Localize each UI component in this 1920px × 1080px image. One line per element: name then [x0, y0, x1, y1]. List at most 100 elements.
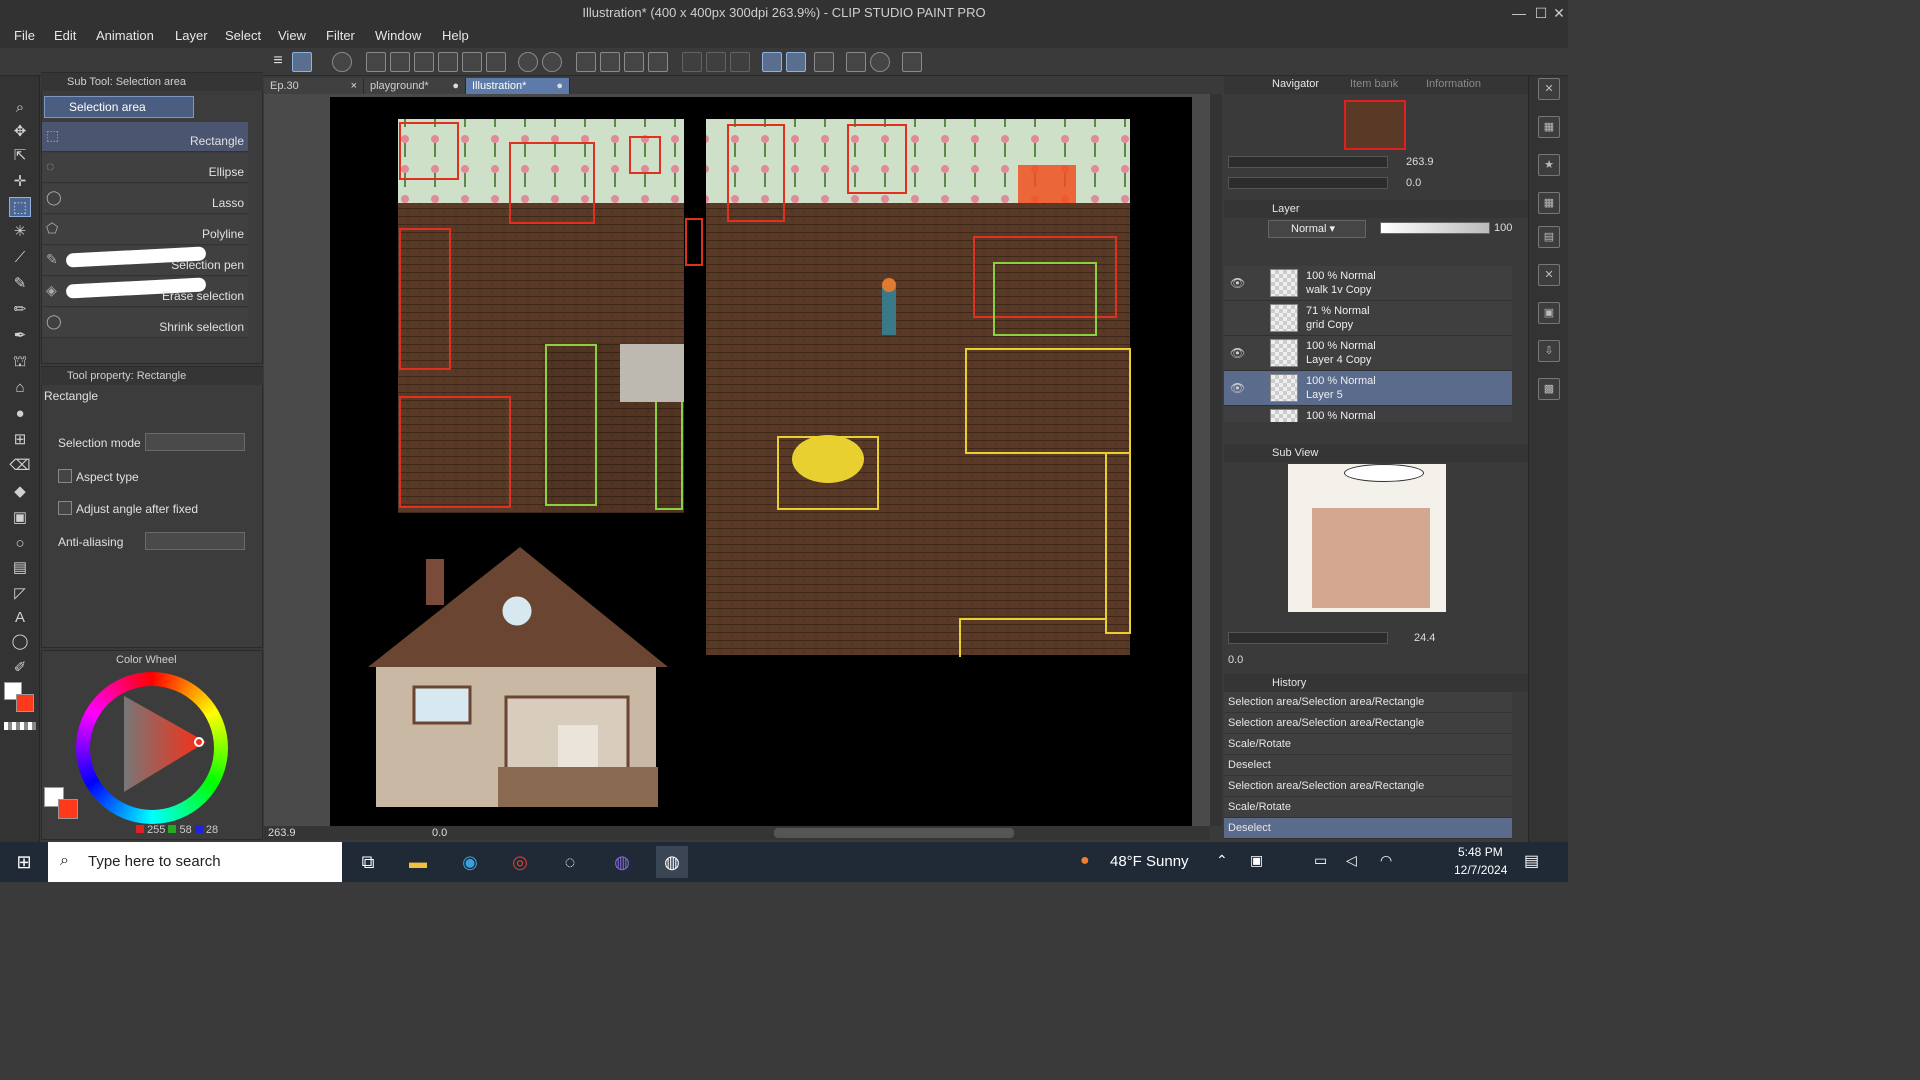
deselect-icon[interactable]	[682, 52, 702, 72]
tray-icon[interactable]: ▣	[1250, 852, 1263, 869]
clock-date[interactable]: 12/7/2024	[1454, 863, 1507, 877]
liquify-tool-icon[interactable]: ⊞	[9, 430, 31, 450]
stabilization-icon[interactable]	[292, 52, 312, 72]
pen-tool-icon[interactable]: ✎	[9, 274, 31, 294]
subtool-item-polyline[interactable]: ⬠ Polyline	[42, 215, 248, 245]
panel-icon-material[interactable]: ▦	[1538, 116, 1560, 138]
gradient-tool-icon[interactable]: ▣	[9, 508, 31, 528]
new-file-icon[interactable]	[366, 52, 386, 72]
canvas-vertical-scrollbar[interactable]	[1210, 94, 1222, 826]
chrome-icon[interactable]: ◎	[504, 846, 536, 878]
export-psd-icon[interactable]	[486, 52, 506, 72]
anti-aliasing-buttons[interactable]	[145, 532, 245, 550]
redo-icon[interactable]	[542, 52, 562, 72]
subview-image[interactable]	[1288, 464, 1446, 612]
menu-help[interactable]: Help	[442, 28, 469, 43]
tab-playground[interactable]: playground* ●	[364, 78, 466, 95]
menu-edit[interactable]: Edit	[54, 28, 76, 43]
menu-layer[interactable]: Layer	[175, 28, 208, 43]
eyedropper-tool-icon[interactable]: ⟋	[9, 248, 31, 268]
battery-icon[interactable]: ▭	[1314, 852, 1327, 869]
selection-mode-buttons[interactable]	[145, 433, 245, 451]
brush-tool-icon[interactable]: ✒	[9, 326, 31, 346]
saturation-triangle[interactable]	[118, 692, 208, 796]
menu-file[interactable]: File	[14, 28, 35, 43]
tab-illustration[interactable]: Illustration* ●	[466, 78, 570, 95]
airbrush-tool-icon[interactable]: ⛫	[9, 352, 31, 372]
invert-selection-icon[interactable]	[706, 52, 726, 72]
layer-row-selected[interactable]: 👁 100 % Normal Layer 5	[1224, 371, 1512, 406]
history-item[interactable]: Selection area/Selection area/Rectangle	[1224, 713, 1512, 734]
file-explorer-icon[interactable]: ▬	[402, 846, 434, 878]
snap-special-ruler-icon[interactable]	[786, 52, 806, 72]
layer-row[interactable]: 👁 100 % Normal Layer 4 Copy	[1224, 336, 1512, 371]
text-tool-icon[interactable]: A	[9, 608, 31, 628]
subtool-item-shrink-selection[interactable]: ◯ Shrink selection	[42, 308, 248, 338]
move-layer-tool-icon[interactable]: ✛	[9, 172, 31, 192]
history-item[interactable]: Deselect	[1224, 755, 1512, 776]
navigator-preview[interactable]	[1344, 100, 1406, 150]
snap-grid-icon[interactable]	[814, 52, 834, 72]
clip-studio-paint-icon[interactable]: ◍	[656, 846, 688, 878]
layer-opacity-slider[interactable]	[1380, 222, 1490, 234]
navigator-zoom-slider[interactable]	[1228, 156, 1388, 168]
volume-icon[interactable]: ◁	[1346, 852, 1357, 869]
selection-tool-icon[interactable]: ⬚	[9, 197, 31, 217]
figure-tool-icon[interactable]: ○	[9, 534, 31, 554]
frame-tool-icon[interactable]: ▤	[9, 558, 31, 578]
tab-ep30[interactable]: Ep.30 ×	[264, 78, 364, 95]
open-file-icon[interactable]	[390, 52, 410, 72]
eraser-tool-icon[interactable]: ⌫	[9, 456, 31, 476]
history-item[interactable]: Selection area/Selection area/Rectangle	[1224, 692, 1512, 713]
subtool-group-selection-area[interactable]: Selection area	[44, 96, 194, 118]
subtool-item-selection-pen[interactable]: ✎ Selection pen	[42, 246, 248, 276]
decoration-tool-icon[interactable]: ⌂	[9, 378, 31, 398]
history-item[interactable]: Scale/Rotate	[1224, 797, 1512, 818]
subview-zoom-slider[interactable]	[1228, 632, 1388, 644]
undo-icon[interactable]	[518, 52, 538, 72]
menu-filter[interactable]: Filter	[326, 28, 355, 43]
canvas-angle-value[interactable]: 0.0	[432, 827, 447, 839]
blend-mode-select[interactable]: Normal ▾	[1268, 220, 1366, 238]
operation-tool-icon[interactable]: ⇱	[9, 146, 31, 166]
menu-window[interactable]: Window	[375, 28, 421, 43]
clear-icon[interactable]	[576, 52, 596, 72]
tab-item-bank[interactable]: Item bank	[1350, 78, 1398, 90]
help-icon[interactable]	[870, 52, 890, 72]
taskbar-search[interactable]: ⌕ Type here to search	[48, 842, 342, 882]
panel-icon-favorite[interactable]: ★	[1538, 154, 1560, 176]
csp-logo-icon[interactable]	[332, 52, 352, 72]
layer-row[interactable]: 71 % Normal grid Copy	[1224, 301, 1512, 336]
panel-icon-material-2[interactable]: ▦	[1538, 192, 1560, 214]
fill-tool-icon[interactable]: ◆	[9, 482, 31, 502]
navigator-angle-slider[interactable]	[1228, 177, 1388, 189]
layer-row[interactable]: 100 % Normal	[1224, 406, 1512, 422]
history-item-current[interactable]: Deselect	[1224, 818, 1512, 839]
show-selection-icon[interactable]	[730, 52, 750, 72]
tab-navigator[interactable]: Navigator	[1272, 78, 1319, 90]
sub-color-swatch[interactable]	[16, 694, 34, 712]
canvas[interactable]	[330, 97, 1192, 826]
auto-select-tool-icon[interactable]: ✳	[9, 222, 31, 242]
correct-line-tool-icon[interactable]: ✐	[9, 658, 31, 678]
transparent-color-swatch[interactable]	[4, 722, 36, 730]
balloon-tool-icon[interactable]: ◯	[9, 632, 31, 652]
export-jpg-icon[interactable]	[438, 52, 458, 72]
panel-icon-close[interactable]: ✕	[1538, 264, 1560, 286]
fill-icon[interactable]	[624, 52, 644, 72]
weather-text[interactable]: 48°F Sunny	[1110, 853, 1189, 870]
learn-icon[interactable]	[846, 52, 866, 72]
subtool-item-ellipse[interactable]: ◌ Ellipse	[42, 153, 248, 183]
close-icon[interactable]: ✕	[1548, 3, 1570, 23]
ruler-tool-icon[interactable]: ◸	[9, 584, 31, 604]
clear-outside-icon[interactable]	[600, 52, 620, 72]
export-png-icon[interactable]	[462, 52, 482, 72]
menu-icon[interactable]: ≡	[268, 52, 288, 72]
snap-ruler-icon[interactable]	[762, 52, 782, 72]
menu-select[interactable]: Select	[225, 28, 261, 43]
panel-icon-search[interactable]: ▣	[1538, 302, 1560, 324]
zoom-tool-icon[interactable]: ⌕	[9, 98, 31, 118]
panel-icon-download[interactable]: ⇩	[1538, 340, 1560, 362]
canvas-horizontal-scrollbar[interactable]	[774, 828, 1014, 838]
windows-start-icon[interactable]: ⊞	[8, 846, 40, 878]
